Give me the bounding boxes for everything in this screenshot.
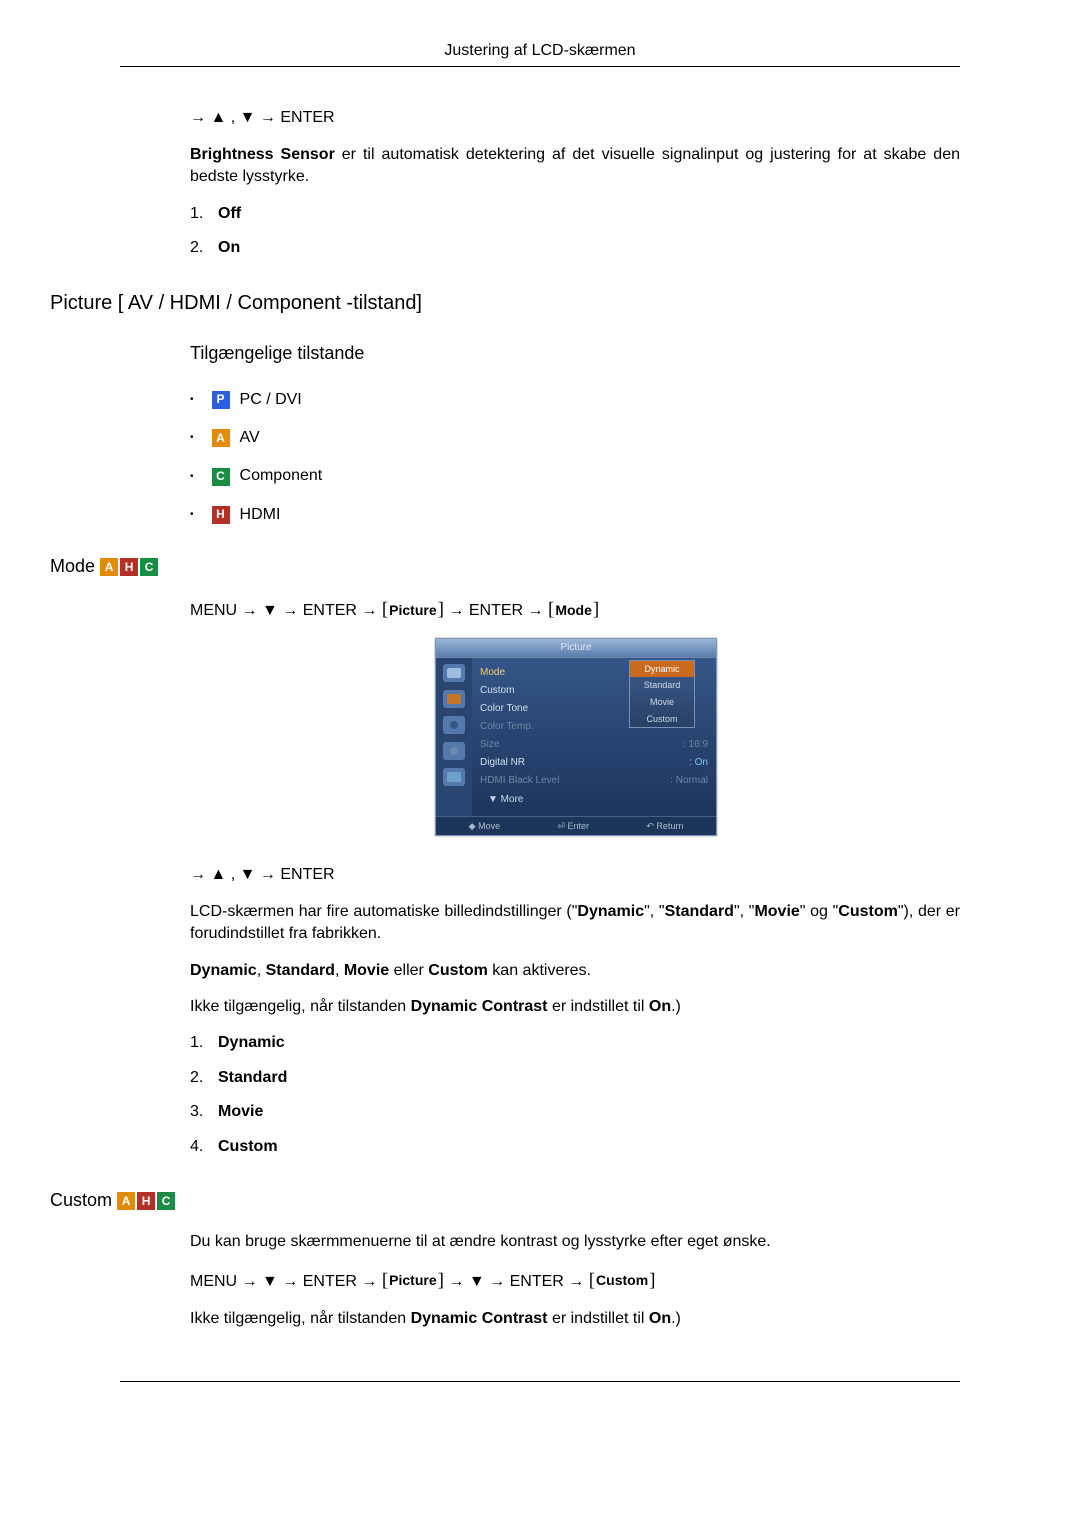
brightness-nav: → ▲ , ▼ → ENTER [190,107,960,129]
footer-rule [120,1381,960,1382]
picture-icon [443,664,465,682]
osd-row: HDMI Black Level: Normal [480,772,708,790]
list-item: 2.Standard [190,1067,960,1089]
available-modes-list: •PPC / DVI •AAV •CComponent •HHDMI [190,389,960,527]
brightness-options: 1.Off 2.On [190,203,960,260]
custom-section-title: Custom A H C [50,1188,960,1213]
osd-move: ◆ Move [469,820,500,833]
setup-icon [443,716,465,734]
mode-section-title: Mode A H C [50,554,960,579]
brightness-sensor-label: Brightness Sensor [190,146,335,163]
dropdown-item: Custom [630,711,694,728]
osd-more: ▼ More [480,790,708,810]
page-header: Justering af LCD-skærmen [120,40,960,67]
list-item: 2.On [190,237,960,259]
mode-options: 1.Dynamic 2.Standard 3.Movie 4.Custom [190,1032,960,1158]
osd-return: ↶ Return [646,820,683,833]
brightness-desc: Brightness Sensor er til automatisk dete… [190,144,960,189]
custom-nav: MENU → ▼ → ENTER → [Picture] → ▼ → ENTER… [190,1268,960,1295]
h-icon: H [137,1192,155,1210]
list-item: 1.Dynamic [190,1032,960,1054]
mode-desc2: Dynamic, Standard, Movie eller Custom ka… [190,960,960,982]
osd-title: Picture [436,639,716,658]
list-item: •PPC / DVI [190,389,960,411]
osd-row: Size: 16:9 [480,736,708,754]
dropdown-item: Standard [630,677,694,694]
c-icon: C [140,558,158,576]
mode-nav: MENU → ▼ → ENTER → [Picture] → ENTER → [… [190,597,960,624]
list-item: 3.Movie [190,1101,960,1123]
custom-desc2: Ikke tilgængelig, når tilstanden Dynamic… [190,1308,960,1330]
osd-dropdown: Dynamic Standard Movie Custom [629,660,695,728]
page-title: Justering af LCD-skærmen [444,42,635,59]
h-icon: H [120,558,138,576]
osd-footer: ◆ Move ⏎ Enter ↶ Return [436,816,716,836]
sound-icon [443,690,465,708]
a-icon: A [212,429,230,447]
osd-sidebar [436,658,472,816]
p-icon: P [212,391,230,409]
list-item: 4.Custom [190,1136,960,1158]
mode-nav2: → ▲ , ▼ → ENTER [190,864,960,886]
available-modes-title: Tilgængelige tilstande [190,341,960,366]
osd-enter: ⏎ Enter [557,820,589,833]
c-icon: C [157,1192,175,1210]
c-icon: C [212,468,230,486]
list-item: •HHDMI [190,504,960,526]
dropdown-item-selected: Dynamic [630,661,694,678]
multi-icon [443,768,465,786]
mode-desc3: Ikke tilgængelig, når tilstanden Dynamic… [190,996,960,1018]
mode-desc1: LCD-skærmen har fire automatiske billedi… [190,901,960,946]
a-icon: A [117,1192,135,1210]
dropdown-item: Movie [630,694,694,711]
osd-menu: Picture Mode Custom Color Tone Color Tem… [435,638,715,837]
h-icon: H [212,506,230,524]
a-icon: A [100,558,118,576]
list-item: 1.Off [190,203,960,225]
custom-desc1: Du kan bruge skærmmenuerne til at ændre … [190,1231,960,1253]
list-item: •AAV [190,427,960,449]
osd-row: Digital NR: On [480,754,708,772]
option-icon [443,742,465,760]
picture-section-title: Picture [ AV / HDMI / Component -tilstan… [50,289,960,317]
list-item: •CComponent [190,465,960,487]
